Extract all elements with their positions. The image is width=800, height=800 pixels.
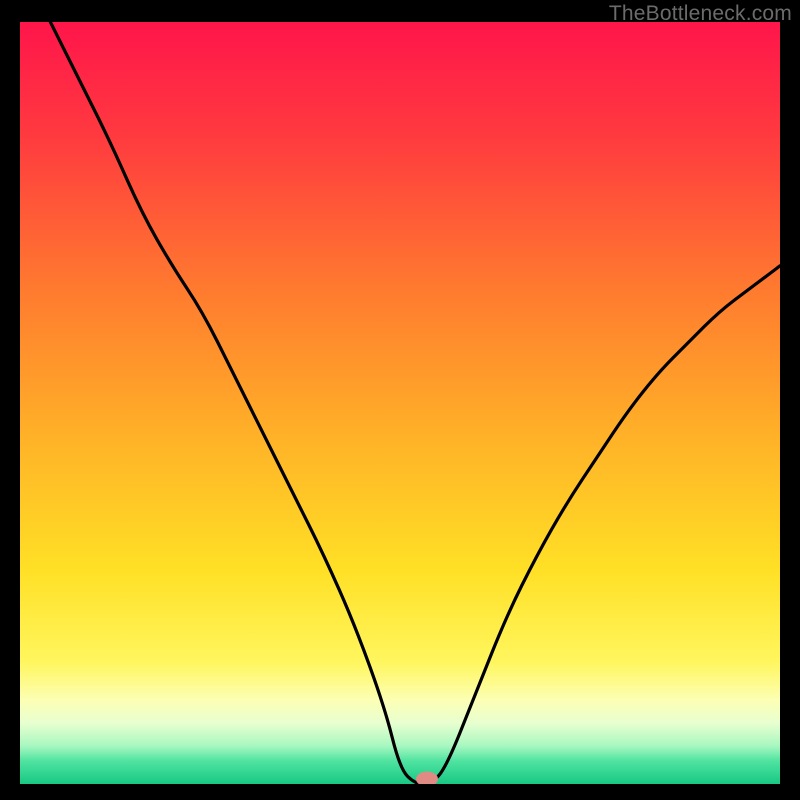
chart-frame: TheBottleneck.com — [0, 0, 800, 800]
bottleneck-curve — [20, 22, 780, 784]
plot-area — [20, 22, 780, 784]
optimal-point-marker — [416, 771, 438, 784]
